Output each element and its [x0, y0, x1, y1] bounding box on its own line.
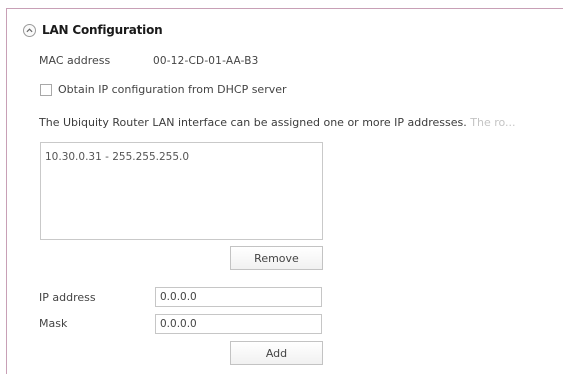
ip-address-label: IP address — [39, 291, 96, 304]
section-header: LAN Configuration — [23, 23, 163, 37]
ip-address-list[interactable]: 10.30.0.31 - 255.255.255.0 — [40, 142, 323, 240]
ip-address-input[interactable]: 0.0.0.0 — [155, 287, 322, 307]
info-text-main: The Ubiquity Router LAN interface can be… — [39, 116, 467, 129]
mac-address-label: MAC address — [39, 54, 111, 67]
remove-button[interactable]: Remove — [230, 246, 323, 270]
dhcp-checkbox[interactable] — [40, 84, 52, 96]
mac-address-value: 00-12-CD-01-AA-B3 — [153, 55, 259, 67]
mask-label: Mask — [39, 317, 68, 330]
mask-input[interactable]: 0.0.0.0 — [155, 314, 322, 334]
section-title: LAN Configuration — [42, 23, 163, 37]
collapse-chevron-up-icon[interactable] — [23, 23, 36, 37]
dhcp-checkbox-label[interactable]: Obtain IP configuration from DHCP server — [58, 83, 287, 96]
info-text: The Ubiquity Router LAN interface can be… — [39, 116, 544, 129]
list-item[interactable]: 10.30.0.31 - 255.255.255.0 — [45, 151, 189, 163]
add-button[interactable]: Add — [230, 341, 323, 365]
info-text-faded: The ro... — [466, 116, 516, 129]
